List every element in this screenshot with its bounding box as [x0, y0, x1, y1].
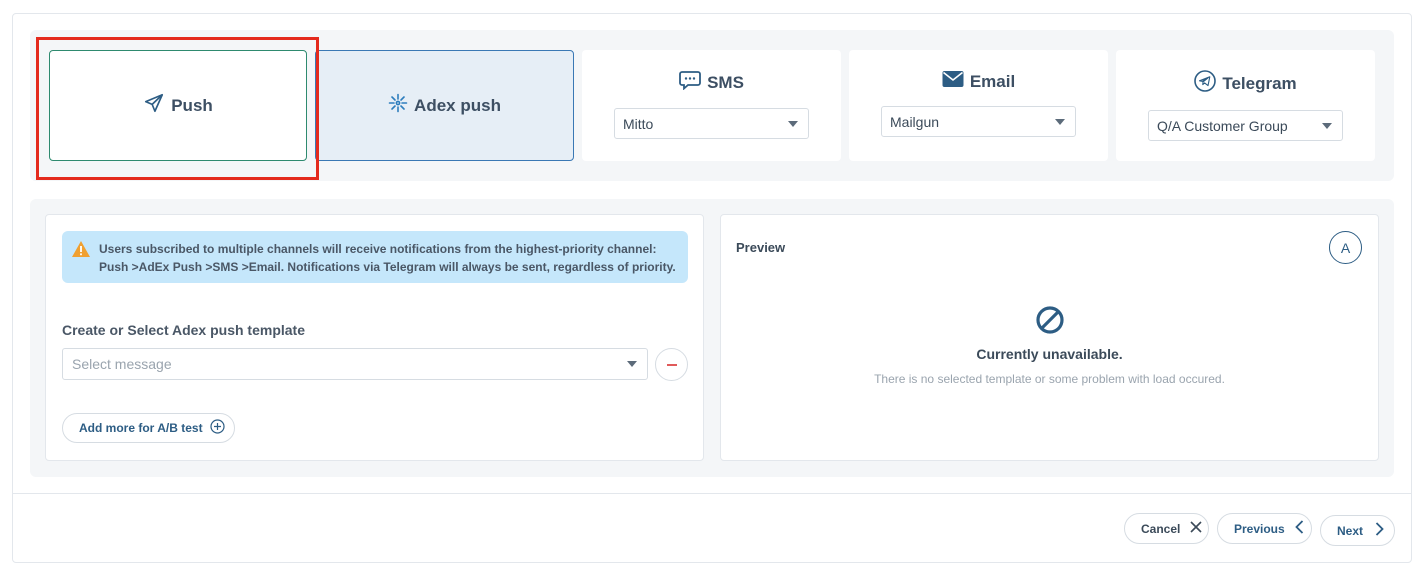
- preview-panel: Preview A Currently unavailable. There i…: [720, 214, 1379, 461]
- remove-template-button[interactable]: [655, 348, 688, 381]
- chevron-right-icon: [1375, 522, 1384, 539]
- next-button[interactable]: Next: [1320, 515, 1395, 546]
- plus-circle-icon: [209, 419, 225, 437]
- warning-icon: [71, 240, 91, 263]
- message-select[interactable]: Select message: [62, 348, 648, 380]
- unavailable-state: Currently unavailable. There is no selec…: [721, 305, 1378, 386]
- channel-label-sms: SMS: [707, 72, 744, 92]
- previous-button[interactable]: Previous: [1217, 513, 1312, 544]
- avatar[interactable]: A: [1329, 231, 1362, 264]
- priority-alert: Users subscribed to multiple channels wi…: [62, 231, 688, 283]
- channel-selector: Push Adex push SMS Mitto Email Mailgun T…: [30, 30, 1394, 181]
- telegram-icon: [1194, 70, 1217, 97]
- channel-card-adex-push[interactable]: Adex push: [315, 50, 574, 161]
- envelope-icon: [942, 70, 964, 93]
- footer-divider: [12, 493, 1412, 494]
- add-ab-test-button[interactable]: Add more for A/B test: [62, 413, 235, 443]
- next-label: Next: [1337, 523, 1364, 538]
- channel-card-telegram[interactable]: Telegram Q/A Customer Group: [1116, 50, 1375, 161]
- preview-title: Preview: [736, 240, 786, 255]
- telegram-group-select[interactable]: Q/A Customer Group: [1148, 110, 1343, 141]
- channel-label-push: Push: [171, 95, 213, 115]
- channel-label-email: Email: [969, 71, 1016, 91]
- sparkle-icon: [388, 93, 408, 118]
- channel-card-push[interactable]: Push: [49, 50, 307, 161]
- caret-down-icon: [1322, 122, 1332, 129]
- send-icon: [143, 92, 165, 119]
- caret-down-icon: [627, 361, 637, 367]
- previous-label: Previous: [1234, 521, 1285, 536]
- channel-card-sms[interactable]: SMS Mitto: [582, 50, 841, 161]
- cancel-label: Cancel: [1141, 521, 1181, 536]
- channel-card-email[interactable]: Email Mailgun: [849, 50, 1108, 161]
- caret-down-icon: [788, 120, 798, 127]
- minus-icon: [666, 363, 677, 366]
- alert-text: Users subscribed to multiple channels wi…: [99, 242, 676, 274]
- template-panel: Users subscribed to multiple channels wi…: [45, 214, 704, 461]
- channel-label-telegram: Telegram: [1222, 73, 1297, 93]
- chat-icon: [679, 70, 701, 95]
- content-area: Users subscribed to multiple channels wi…: [30, 199, 1394, 477]
- add-ab-test-label: Add more for A/B test: [79, 421, 203, 435]
- caret-down-icon: [1055, 118, 1065, 125]
- chevron-left-icon: [1294, 520, 1304, 537]
- close-icon: [1190, 521, 1202, 536]
- blocked-icon: [1035, 305, 1065, 340]
- cancel-button[interactable]: Cancel: [1124, 513, 1209, 544]
- unavailable-subtitle: There is no selected template or some pr…: [874, 372, 1225, 386]
- channel-label-adex-push: Adex push: [414, 95, 501, 115]
- unavailable-title: Currently unavailable.: [976, 346, 1123, 362]
- email-provider-select[interactable]: Mailgun: [881, 106, 1076, 137]
- message-select-placeholder: Select message: [72, 356, 172, 372]
- sms-provider-select[interactable]: Mitto: [614, 108, 809, 139]
- template-label: Create or Select Adex push template: [62, 322, 306, 338]
